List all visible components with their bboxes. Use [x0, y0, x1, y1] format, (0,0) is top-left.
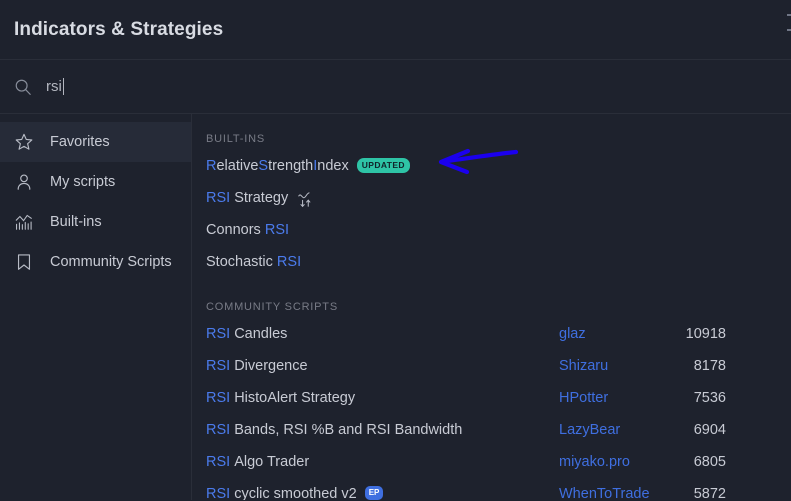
sidebar-item-community-scripts[interactable]: Community Scripts	[0, 242, 191, 282]
script-likes-count: 6904	[693, 422, 726, 438]
script-author[interactable]: glaz	[559, 326, 586, 342]
script-name: RSI Strategy	[206, 190, 289, 206]
list-item[interactable]: Relative Strength Index UPDATED	[192, 150, 791, 182]
script-likes-count: 8178	[693, 358, 726, 374]
list-item[interactable]: Connors RSI	[192, 214, 791, 246]
sidebar-item-favorites[interactable]: Favorites	[0, 122, 191, 162]
script-likes-count: 10918	[685, 326, 726, 342]
bar-chart-icon	[14, 212, 34, 232]
list-item[interactable]: RSI Divergence Shizaru 8178	[192, 350, 791, 382]
script-name: Relative Strength Index	[206, 158, 349, 174]
script-name: RSI Algo Trader	[206, 454, 310, 470]
group-header-community-scripts: COMMUNITY SCRIPTS	[206, 301, 338, 313]
search-icon	[14, 78, 32, 96]
search-input-value: rsi	[46, 78, 62, 95]
list-item[interactable]: RSI HistoAlert Strategy HPotter 7536	[192, 382, 791, 414]
script-name: RSI Bands, RSI %B and RSI Bandwidth	[206, 422, 463, 438]
sidebar-item-my-scripts[interactable]: My scripts	[0, 162, 191, 202]
sidebar-item-label: My scripts	[50, 174, 116, 190]
script-likes-count: 5872	[693, 486, 726, 500]
script-likes-count: 6805	[693, 454, 726, 470]
script-name: Stochastic RSI	[206, 254, 302, 270]
window-close-icon[interactable]	[787, 29, 791, 31]
search-bar[interactable]: rsi	[0, 60, 791, 114]
window-titlebar: Indicators & Strategies	[0, 0, 791, 60]
list-item[interactable]: RSI Strategy	[192, 182, 791, 214]
script-author[interactable]: LazyBear	[559, 422, 620, 438]
list-item[interactable]: RSI Algo Trader miyako.pro 6805	[192, 446, 791, 478]
results-list[interactable]: BUILT-INS Relative Strength Index UPDATE…	[192, 114, 791, 500]
script-author[interactable]: WhenToTrade	[559, 486, 650, 500]
person-icon	[14, 172, 34, 192]
script-likes-count: 7536	[693, 390, 726, 406]
script-name: RSI Divergence	[206, 358, 308, 374]
strategy-icon	[297, 190, 315, 208]
content-area: Favorites My scripts Built-ins Community…	[0, 114, 791, 500]
script-author[interactable]: Shizaru	[559, 358, 608, 374]
script-name: RSI cyclic smoothed v2	[206, 486, 357, 500]
script-name: RSI Candles	[206, 326, 288, 342]
script-author[interactable]: HPotter	[559, 390, 608, 406]
sidebar-item-label: Favorites	[50, 134, 110, 150]
group-header-built-ins: BUILT-INS	[206, 133, 265, 145]
sidebar-item-label: Community Scripts	[50, 254, 172, 270]
list-item[interactable]: RSI Bands, RSI %B and RSI Bandwidth Lazy…	[192, 414, 791, 446]
editors-pick-badge: EP	[364, 486, 384, 500]
script-name: RSI HistoAlert Strategy	[206, 390, 356, 406]
sidebar-item-label: Built-ins	[50, 214, 102, 230]
script-author[interactable]: miyako.pro	[559, 454, 630, 470]
sidebar-item-built-ins[interactable]: Built-ins	[0, 202, 191, 242]
list-item[interactable]: Stochastic RSI	[192, 246, 791, 278]
window-minimize-icon[interactable]	[787, 14, 791, 16]
text-caret	[62, 78, 64, 95]
bookmark-icon	[14, 252, 34, 272]
status-badge: UPDATED	[356, 157, 410, 173]
page-title: Indicators & Strategies	[14, 18, 224, 40]
search-input[interactable]: rsi	[46, 78, 64, 95]
window-controls[interactable]	[773, 0, 791, 74]
list-item[interactable]: RSI cyclic smoothed v2 EP WhenToTrade 58…	[192, 478, 791, 500]
sidebar: Favorites My scripts Built-ins Community…	[0, 114, 192, 500]
list-item[interactable]: RSI Candles glaz 10918	[192, 318, 791, 350]
script-name: Connors RSI	[206, 222, 290, 238]
star-icon	[14, 132, 34, 152]
